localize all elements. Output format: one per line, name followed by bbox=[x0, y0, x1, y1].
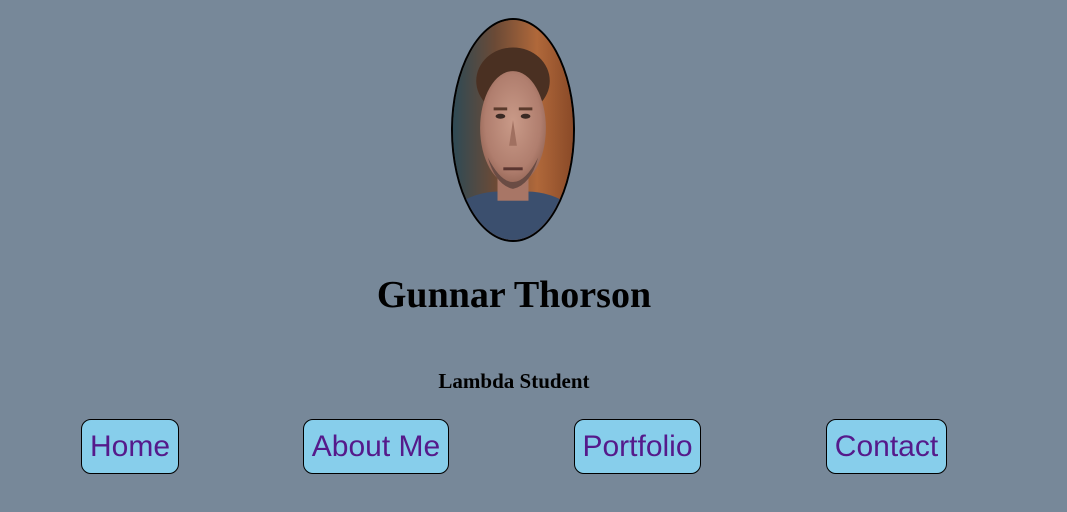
profile-photo-image bbox=[453, 20, 573, 240]
nav-about-me-button[interactable]: About Me bbox=[303, 419, 449, 474]
profile-subtitle: Lambda Student bbox=[438, 369, 590, 393]
nav-portfolio-button[interactable]: Portfolio bbox=[574, 419, 701, 474]
nav-home-button[interactable]: Home bbox=[81, 419, 179, 474]
profile-photo bbox=[451, 18, 575, 242]
profile-name: Gunnar Thorson bbox=[376, 274, 652, 316]
nav-contact-button[interactable]: Contact bbox=[826, 419, 947, 474]
